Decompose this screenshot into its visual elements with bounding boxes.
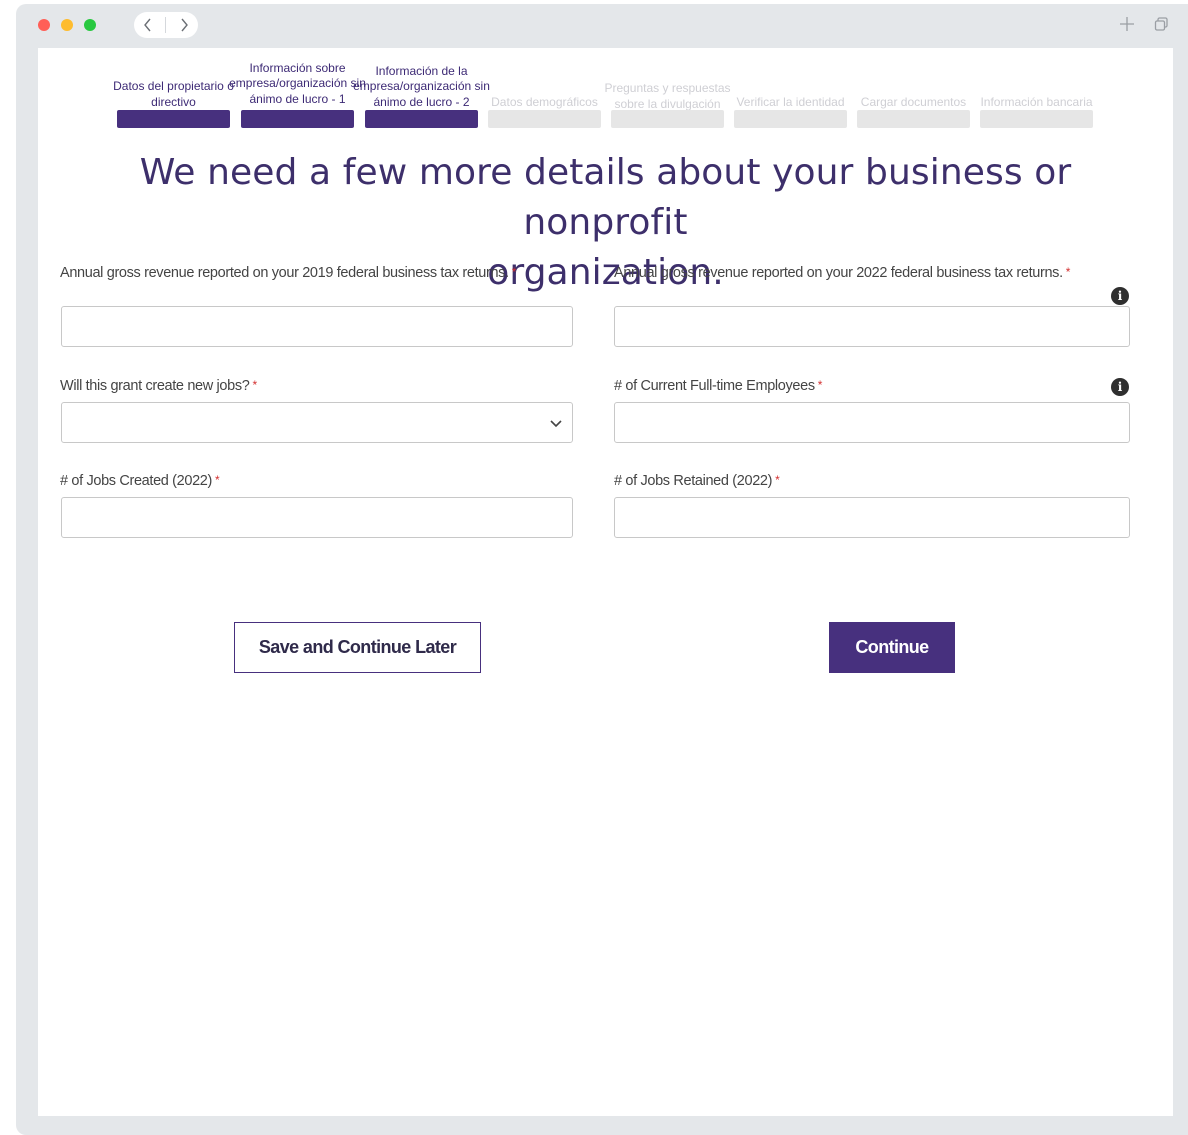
chevron-left-icon[interactable] — [138, 15, 158, 35]
step-bar — [117, 110, 230, 128]
restore-window-icon[interactable] — [1152, 15, 1170, 33]
jobs-created-input[interactable] — [61, 497, 573, 538]
step-upload-documents[interactable]: Cargar documentos — [857, 48, 970, 128]
progress-stepper: Datos del propietario o directivo Inform… — [113, 48, 1097, 130]
step-bar — [980, 110, 1093, 128]
save-continue-later-button[interactable]: Save and Continue Later — [234, 622, 481, 673]
info-icon[interactable]: i — [1111, 378, 1129, 396]
required-marker: * — [817, 378, 823, 392]
new-jobs-label: Will this grant create new jobs? * — [60, 378, 257, 394]
step-bar — [365, 110, 478, 128]
jobs-retained-label-text: # of Jobs Retained (2022) — [614, 473, 773, 489]
chevron-right-icon[interactable] — [174, 15, 194, 35]
new-jobs-label-text: Will this grant create new jobs? — [60, 378, 250, 394]
revenue-2019-label-text: Annual gross revenue reported on your 20… — [60, 265, 509, 281]
step-owner-data[interactable]: Datos del propietario o directivo — [113, 48, 234, 128]
fulltime-employees-label-text: # of Current Full-time Employees — [614, 378, 815, 394]
step-business-info-1[interactable]: Información sobre empresa/organización s… — [229, 48, 366, 128]
jobs-retained-input[interactable] — [614, 497, 1130, 538]
required-marker: * — [775, 473, 780, 487]
step-label: Datos demográficos — [491, 94, 598, 109]
step-label: Información sobre empresa/organización s… — [229, 60, 366, 106]
step-bar — [241, 110, 354, 128]
browser-window: Datos del propietario o directivo Inform… — [16, 4, 1188, 1135]
continue-button[interactable]: Continue — [829, 622, 955, 673]
jobs-created-label: # of Jobs Created (2022) * — [60, 473, 220, 489]
revenue-2019-label: Annual gross revenue reported on your 20… — [60, 265, 516, 281]
revenue-2022-input[interactable] — [614, 306, 1130, 347]
required-marker: * — [215, 473, 220, 487]
step-bank-info[interactable]: Información bancaria — [980, 48, 1093, 128]
close-window-button[interactable] — [38, 19, 50, 31]
info-icon[interactable]: i — [1111, 287, 1129, 305]
step-label: Cargar documentos — [860, 94, 967, 109]
step-bar — [611, 110, 724, 128]
application-page: Datos del propietario o directivo Inform… — [38, 48, 1173, 1116]
new-jobs-select-box[interactable] — [61, 402, 573, 443]
step-business-info-2[interactable]: Información de la empresa/organización s… — [353, 48, 490, 128]
step-label: Información bancaria — [980, 94, 1093, 109]
step-demographics[interactable]: Datos demográficos — [488, 48, 601, 128]
revenue-2019-input[interactable] — [61, 306, 573, 347]
step-bar — [857, 110, 970, 128]
minimize-window-button[interactable] — [61, 19, 73, 31]
required-marker: * — [1065, 265, 1071, 279]
step-verify-identity[interactable]: Verificar la identidad — [734, 48, 847, 128]
step-label: Datos del propietario o directivo — [113, 79, 234, 109]
history-nav — [134, 12, 198, 38]
step-disclosure-qa[interactable]: Preguntas y respuestas sobre la divulgac… — [604, 48, 731, 128]
step-label: Verificar la identidad — [736, 94, 845, 109]
step-bar — [734, 110, 847, 128]
required-marker: * — [252, 378, 257, 392]
fulltime-employees-input[interactable] — [614, 402, 1130, 443]
titlebar-actions — [1118, 15, 1170, 33]
new-jobs-select[interactable] — [61, 402, 573, 443]
required-marker: * — [511, 265, 517, 279]
chevron-down-icon[interactable] — [549, 416, 563, 430]
step-bar — [488, 110, 601, 128]
fulltime-employees-label: # of Current Full-time Employees * — [614, 378, 822, 394]
jobs-retained-label: # of Jobs Retained (2022) * — [614, 473, 780, 489]
step-label: Preguntas y respuestas sobre la divulgac… — [604, 81, 731, 111]
jobs-created-label-text: # of Jobs Created (2022) — [60, 473, 212, 489]
plus-icon[interactable] — [1118, 15, 1136, 33]
nav-divider — [165, 17, 167, 33]
title-bar — [16, 4, 1188, 46]
revenue-2022-label-text: Annual gross revenue reported on your 20… — [614, 265, 1063, 281]
revenue-2022-label: Annual gross revenue reported on your 20… — [614, 265, 1070, 281]
page-title-line-1: We need a few more details about your bu… — [139, 152, 1072, 243]
step-label: Información de la empresa/organización s… — [353, 63, 490, 109]
maximize-window-button[interactable] — [84, 19, 96, 31]
